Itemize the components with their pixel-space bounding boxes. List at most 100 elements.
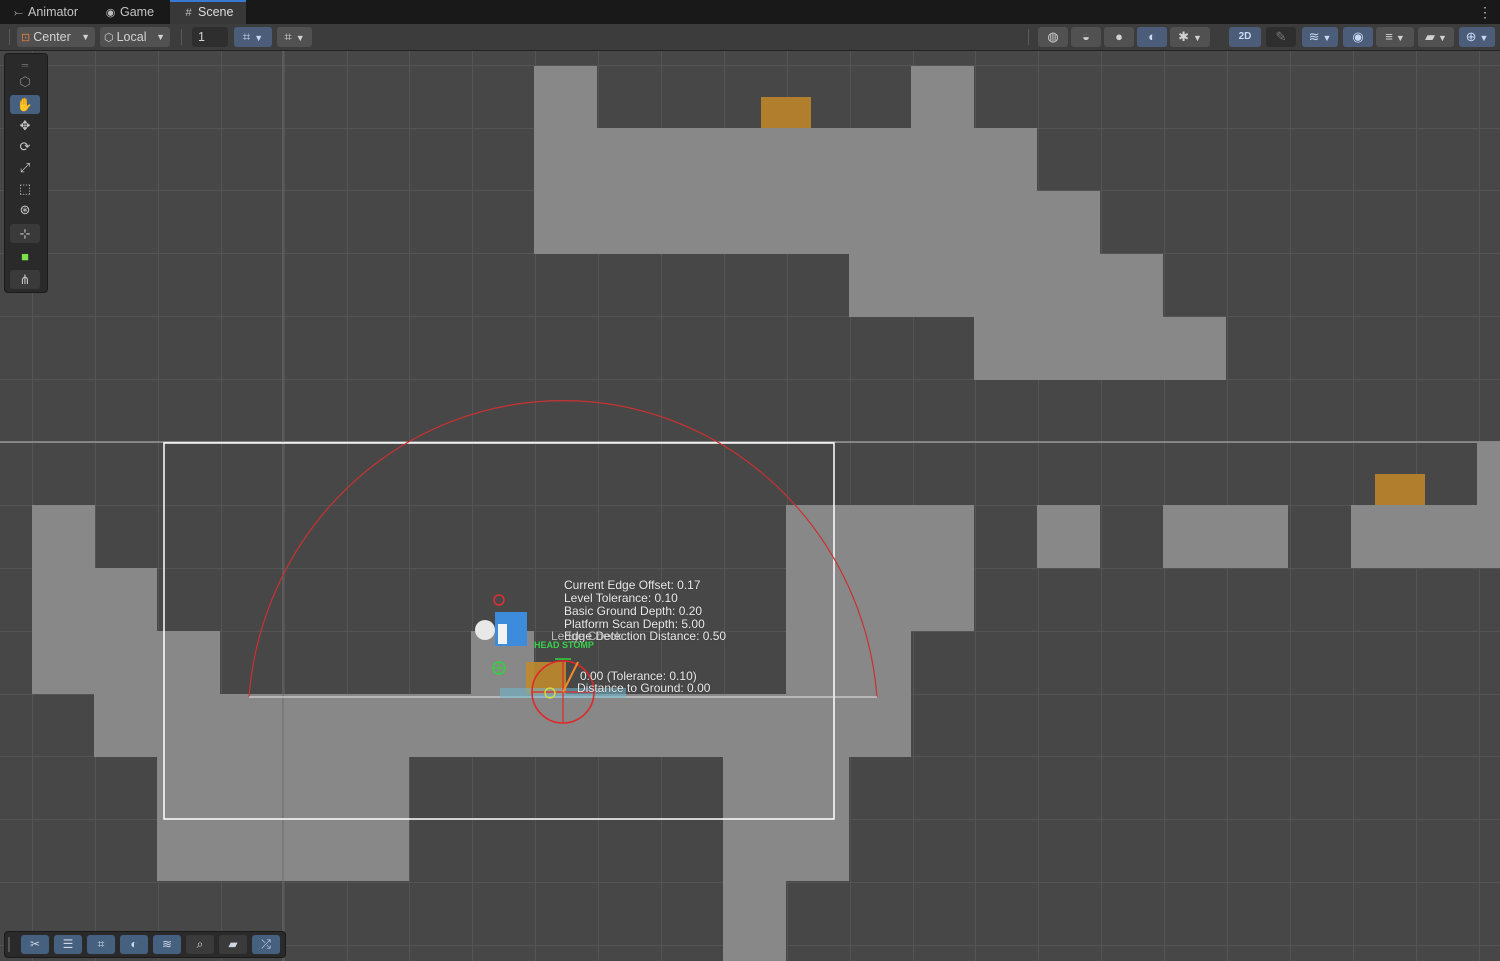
chevron-down-icon: ▼ <box>254 33 264 43</box>
toolbar-separator <box>181 29 182 45</box>
debug-level-tolerance: Level Tolerance: 0.10 <box>564 591 678 605</box>
green-square-icon: ■ <box>21 249 29 264</box>
scale-icon: ⤢ <box>19 160 31 175</box>
lighting-toggle[interactable]: ✎ <box>1266 27 1296 47</box>
rect-tool[interactable]: ⬚ <box>10 179 40 198</box>
tab-bar: ⤚ Animator ◉ Game # Scene ⋮ <box>0 0 1500 24</box>
camera-settings-dropdown[interactable]: ▰ ▼ <box>1418 27 1454 47</box>
light-off-icon: ✎ <box>1275 29 1287 44</box>
chevron-down-icon: ▼ <box>295 33 305 43</box>
tab-animator[interactable]: ⤚ Animator <box>0 0 92 24</box>
shaded-button[interactable]: ● <box>1104 27 1134 47</box>
camera-icon: ▰ <box>228 937 238 951</box>
sliders-icon: ☰ <box>62 937 74 951</box>
transform-icon: ⊛ <box>19 202 31 217</box>
debug-current-edge-offset: Current Edge Offset: 0.17 <box>564 578 701 592</box>
chevron-down-icon: ▼ <box>81 32 90 42</box>
tilemap-platforms <box>32 66 1500 961</box>
gizmos-dropdown[interactable]: ⊕ ▼ <box>1459 27 1495 47</box>
overlay-grid-button[interactable]: ⌗ <box>87 935 115 954</box>
increment-snap-icon: ⌗ <box>284 29 292 44</box>
hash-icon: # <box>185 7 192 19</box>
grid-snap-toggle[interactable]: ⌗ ▼ <box>234 27 272 47</box>
increment-snap-toggle[interactable]: ⌗ ▼ <box>277 27 312 47</box>
tools-icon: ✂ <box>29 937 41 951</box>
hierarchy-icon: ⋔ <box>19 272 31 287</box>
grid-icon: ⌗ <box>97 937 105 951</box>
rect-transform-icon: ⬚ <box>18 181 32 196</box>
wireframe-sphere-icon: ◍ <box>1047 29 1059 44</box>
overlay-tools-button[interactable]: ✂ <box>21 935 49 954</box>
debug-bug-icon: ✱ <box>1178 29 1189 44</box>
tab-scene[interactable]: # Scene <box>170 0 246 24</box>
toolbar-grip <box>9 29 10 45</box>
overlay-camera-button[interactable]: ▰ <box>219 935 247 954</box>
head-marker <box>493 594 505 606</box>
toolbar-separator <box>1028 29 1029 45</box>
tab-game[interactable]: ◉ Game <box>92 0 170 24</box>
overlay-search-button[interactable]: ⌕ <box>186 935 214 954</box>
hand-icon: ✋ <box>16 97 34 112</box>
chevron-down-icon: ▼ <box>1322 33 1332 43</box>
bone-tool[interactable]: ⋔ <box>10 270 40 289</box>
hand-tool[interactable]: ✋ <box>10 95 40 114</box>
scene-viewport[interactable]: Current Edge Offset: 0.17 Level Toleranc… <box>0 51 1500 961</box>
transform-tool[interactable]: ⊛ <box>10 200 40 219</box>
layer-visibility-dropdown[interactable]: ≡ ▼ <box>1376 27 1414 47</box>
local-cube-icon: ⬡ <box>104 32 114 44</box>
gizmo-globe-icon: ⊕ <box>1465 29 1477 44</box>
chevron-down-icon: ▼ <box>1479 33 1489 43</box>
scale-tool[interactable]: ⤢ <box>10 158 40 177</box>
pivot-rotation-dropdown[interactable]: ⬡ Local ▼ <box>100 27 170 47</box>
rotate-tool[interactable]: ⟳ <box>10 137 40 156</box>
tab-scene-label: Scene <box>198 5 234 19</box>
unlit-shading-button[interactable]: ◐ <box>1137 27 1167 47</box>
sphere-icon: ◐ <box>130 937 138 951</box>
chevron-down-icon: ▼ <box>1192 33 1202 43</box>
overlay-grip <box>8 937 10 952</box>
toggle-2d-button[interactable]: 2D <box>1229 27 1261 47</box>
custom-tool[interactable]: ⊹ <box>10 224 40 243</box>
scene-fx-dropdown[interactable]: ≋ ▼ <box>1302 27 1338 47</box>
chevron-down-icon: ▼ <box>1395 33 1405 43</box>
search-icon: ⌕ <box>196 937 204 951</box>
pivot-center-icon: ⊡ <box>21 32 31 44</box>
player-head <box>475 620 495 640</box>
rotate-icon: ⟳ <box>19 139 31 154</box>
wireframe-shading-button[interactable]: ◍ <box>1038 27 1068 47</box>
move-tool[interactable]: ✥ <box>10 116 40 135</box>
grid-size-input[interactable]: 1 <box>192 27 228 47</box>
collider-edit-tool[interactable]: ■ <box>10 247 40 266</box>
camera-icon: ▰ <box>1425 29 1436 44</box>
overlay-layers-button[interactable]: ≋ <box>153 935 181 954</box>
pivot-mode-dropdown[interactable]: ⊡ Center ▼ <box>17 27 95 47</box>
enemy-right <box>1375 474 1425 505</box>
move-arrows-icon: ✥ <box>19 118 31 133</box>
pivot-mode-label: Center <box>33 30 71 44</box>
overlay-shuffle-button[interactable]: ⤮ <box>252 935 280 954</box>
overlay-settings-button[interactable]: ☰ <box>54 935 82 954</box>
enemy-top <box>761 97 811 128</box>
shaded-wireframe-button[interactable]: ◒ <box>1071 27 1101 47</box>
more-options-icon[interactable]: ⋮ <box>1478 0 1492 24</box>
layers-icon: ≋ <box>1308 29 1320 44</box>
view-cube-icon[interactable]: ⬡ <box>10 72 40 91</box>
eye-icon: ◉ <box>1352 29 1364 44</box>
grid-snap-icon: ⌗ <box>242 29 251 44</box>
scene-visibility-toggle[interactable]: ◉ <box>1343 27 1373 47</box>
detection-arc <box>248 400 878 698</box>
layers-icon: ≋ <box>161 937 173 951</box>
shuffle-icon: ⤮ <box>261 937 271 951</box>
debug-basic-ground-depth: Basic Ground Depth: 0.20 <box>564 604 703 618</box>
tab-game-label: Game <box>120 5 155 19</box>
shaded-wireframe-icon: ◒ <box>1082 29 1090 44</box>
custom-tool-icon: ⊹ <box>19 226 31 241</box>
overlay-toolbar: ✂ ☰ ⌗ ◐ ≋ ⌕ ▰ ⤮ <box>4 931 286 958</box>
shaded-sphere-icon: ● <box>1115 29 1123 44</box>
debug-head-stomp: HEAD STOMP <box>534 640 594 650</box>
scene-geometry <box>0 51 1500 961</box>
debug-draw-mode-dropdown[interactable]: ✱ ▼ <box>1170 27 1210 47</box>
overlay-shading-button[interactable]: ◐ <box>120 935 148 954</box>
pivot-rotation-label: Local <box>116 30 147 44</box>
unlit-sphere-icon: ◐ <box>1148 29 1156 44</box>
